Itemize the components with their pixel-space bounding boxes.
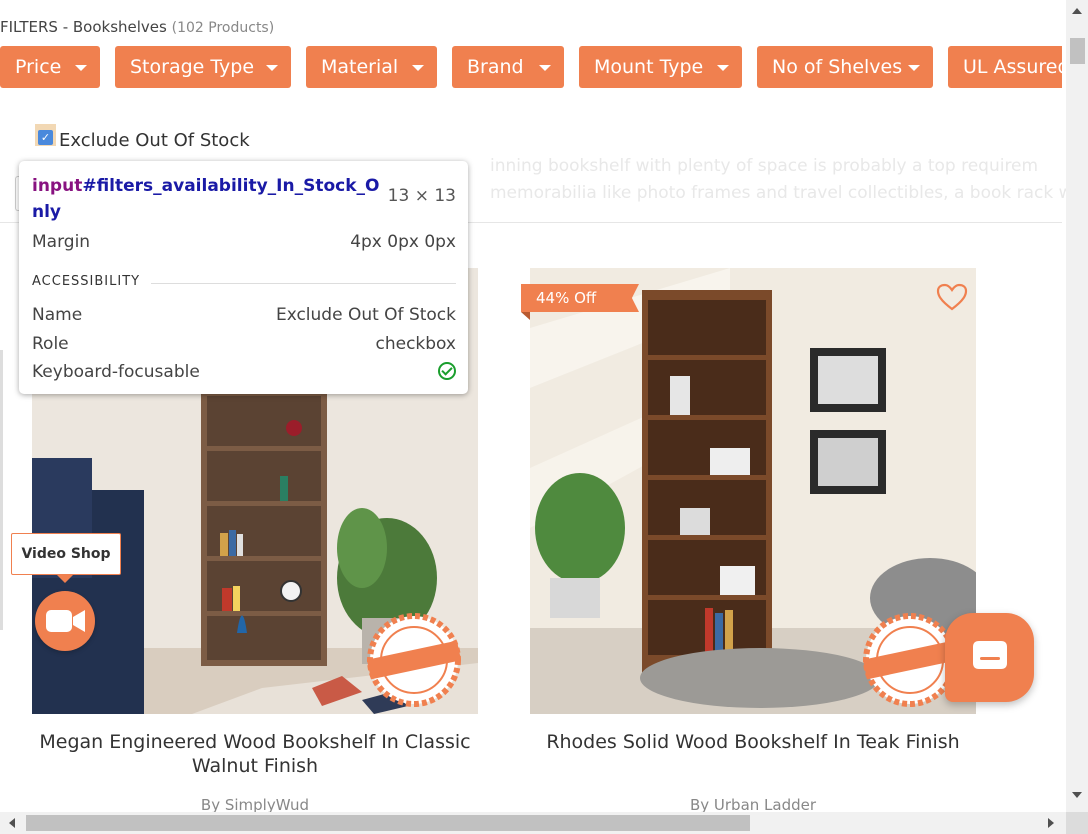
horizontal-scrollbar[interactable]	[0, 812, 1066, 834]
checkbox-highlight: ✓	[35, 124, 56, 146]
check-circle-icon	[438, 362, 456, 385]
scroll-left-icon[interactable]	[9, 818, 15, 828]
selector-tag: input	[32, 176, 83, 196]
margin-row: Margin 4px 0px 0px	[32, 232, 456, 256]
filter-label: Storage Type	[130, 56, 255, 78]
wishlist-heart-icon[interactable]	[936, 283, 968, 311]
scroll-right-icon[interactable]	[1048, 818, 1054, 828]
product-count: (102 Products)	[171, 20, 275, 36]
filter-bar: Price Storage Type Material Brand Mount …	[0, 46, 1062, 88]
vertical-scrollbar[interactable]	[1066, 0, 1088, 812]
category-description-line: inning bookshelf with plenty of space is…	[490, 156, 1039, 176]
discount-badge: 44% Off	[521, 284, 639, 312]
filter-label: Mount Type	[594, 56, 704, 78]
name-row: Name Exclude Out Of Stock	[32, 305, 456, 329]
video-shop-button[interactable]	[35, 591, 95, 651]
scroll-up-icon[interactable]	[1072, 8, 1082, 14]
filter-brand-button[interactable]: Brand	[452, 46, 564, 88]
filter-price-button[interactable]: Price	[0, 46, 100, 88]
video-camera-icon	[46, 610, 85, 632]
name-value: Exclude Out Of Stock	[275, 305, 456, 325]
filter-label: Brand	[467, 56, 524, 78]
page-title: FILTERS - Bookshelves	[0, 18, 167, 36]
page-header: FILTERS - Bookshelves (102 Products)	[0, 18, 274, 36]
divider	[151, 283, 456, 284]
video-shop-pointer	[57, 575, 73, 583]
caret-down-icon	[75, 65, 87, 71]
inspector-tooltip: input#filters_availability_In_Stock_Only…	[19, 161, 468, 394]
filter-material-button[interactable]: Material	[306, 46, 437, 88]
product-title[interactable]: Rhodes Solid Wood Bookshelf In Teak Fini…	[530, 730, 976, 754]
product-title[interactable]: Megan Engineered Wood Bookshelf In Class…	[32, 730, 478, 778]
vertical-scroll-thumb[interactable]	[1070, 38, 1085, 64]
element-selector: input#filters_availability_In_Stock_Only	[32, 173, 382, 225]
scroll-down-icon[interactable]	[1072, 792, 1082, 798]
role-label: Role	[32, 334, 69, 354]
selector-id: #filters_availability_In_Stock_Only	[32, 176, 380, 222]
ul-assured-badge-icon	[862, 613, 958, 707]
keyboard-focusable-row: Keyboard-focusable	[32, 362, 456, 386]
margin-value: 4px 0px 0px	[350, 232, 456, 252]
left-edge-panel	[0, 350, 3, 630]
role-row: Role checkbox	[32, 334, 456, 358]
filter-storage-type-button[interactable]: Storage Type	[115, 46, 291, 88]
discount-badge-fold	[521, 312, 530, 320]
caret-down-icon	[908, 65, 920, 71]
category-description-line: memorabilia like photo frames and travel…	[490, 183, 1073, 203]
exclude-out-of-stock-checkbox[interactable]: ✓	[38, 130, 53, 145]
caret-down-icon	[717, 65, 729, 71]
filter-label: UL Assured	[963, 56, 1062, 78]
filter-label: Material	[321, 56, 399, 78]
filter-label: Price	[15, 56, 62, 78]
exclude-out-of-stock-label: Exclude Out Of Stock	[59, 130, 250, 151]
chat-button[interactable]	[945, 613, 1034, 702]
element-dimensions: 13 × 13	[387, 186, 456, 206]
filter-no-of-shelves-button[interactable]: No of Shelves	[757, 46, 933, 88]
caret-down-icon	[412, 65, 424, 71]
caret-down-icon	[266, 65, 278, 71]
horizontal-scroll-thumb[interactable]	[26, 815, 750, 831]
video-shop-label[interactable]: Video Shop	[11, 533, 121, 575]
name-label: Name	[32, 305, 83, 325]
role-value: checkbox	[375, 334, 456, 354]
scrollbar-corner	[1066, 812, 1088, 834]
filter-label: No of Shelves	[772, 56, 903, 78]
ul-assured-badge-icon	[366, 613, 462, 707]
caret-down-icon	[539, 65, 551, 71]
filter-mount-type-button[interactable]: Mount Type	[579, 46, 742, 88]
keyboard-focusable-label: Keyboard-focusable	[32, 362, 200, 382]
accessibility-heading: ACCESSIBILITY	[32, 274, 141, 289]
margin-label: Margin	[32, 232, 91, 252]
chat-bubble-icon	[973, 641, 1007, 669]
filter-ul-assured-button[interactable]: UL Assured	[948, 46, 1062, 88]
